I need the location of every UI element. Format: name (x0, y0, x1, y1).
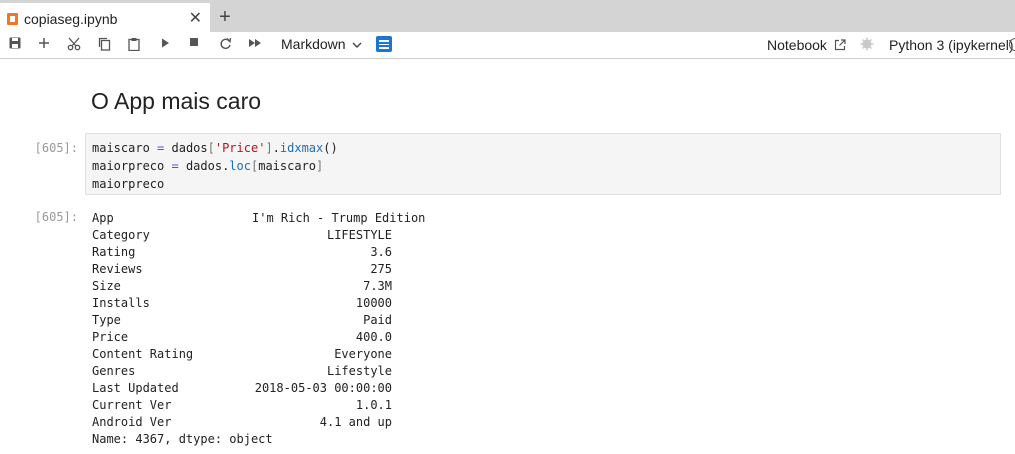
output-key: Category (92, 228, 150, 242)
output-value: Paid (363, 313, 392, 327)
output-row: Price 400.0 (92, 329, 392, 346)
output-key: Genres (92, 364, 136, 378)
property-inspector-icon[interactable] (376, 36, 392, 52)
code-line: maiorpreco = dados.loc[maiscaro] (92, 159, 324, 173)
add-cell-icon[interactable] (35, 36, 53, 54)
kernel-idle-icon (1009, 38, 1015, 51)
output-value: I'm Rich - Trump Edition (252, 211, 426, 225)
kernel-name[interactable]: Python 3 (ipykernel) (889, 37, 1014, 53)
output-value: 1.0.1 (355, 398, 392, 412)
restart-icon[interactable] (216, 36, 234, 54)
output-key: Price (92, 330, 129, 344)
notebook-tab[interactable]: copiaseg.ipynb ✕ (0, 3, 210, 32)
cell-type-dropdown[interactable]: Markdown (281, 36, 362, 52)
output-value: LIFESTYLE (326, 228, 392, 242)
output-row: Content Rating Everyone (92, 346, 392, 363)
output-row: Category LIFESTYLE (92, 227, 392, 244)
notebook-toolbar: Markdown Notebook Python 3 (ipykernel) (0, 32, 1015, 59)
output-key: Installs (92, 296, 150, 310)
markdown-heading: O App mais caro (91, 88, 262, 114)
output-key: Rating (92, 245, 136, 259)
input-prompt: [605]: (34, 141, 78, 155)
cell-type-label: Markdown (281, 36, 346, 52)
output-row: Genres Lifestyle (92, 363, 392, 380)
output-footer: Name: 4367, dtype: object (92, 432, 273, 446)
new-tab-button[interactable]: + (213, 5, 237, 29)
output-key: Content Rating (92, 347, 194, 361)
code-line: maiscaro = dados['Price'].idxmax() (92, 141, 338, 155)
notebook-link-label: Notebook (767, 37, 827, 53)
output-key: Current Ver (92, 398, 172, 412)
cut-icon[interactable] (65, 36, 83, 54)
output-key: Reviews (92, 262, 143, 276)
output-value: 3.6 (370, 245, 392, 259)
output-key: Type (92, 313, 121, 327)
tab-title: copiaseg.ipynb (24, 10, 118, 27)
save-icon[interactable] (6, 36, 24, 54)
output-row: Android Ver 4.1 and up (92, 414, 392, 431)
output-value: 2018-05-03 00:00:00 (254, 381, 392, 395)
open-notebook-link[interactable]: Notebook (767, 37, 846, 53)
output-row: Size 7.3M (92, 278, 392, 295)
code-line: maiorpreco (92, 177, 165, 191)
output-row: Rating 3.6 (92, 244, 392, 261)
kernel-status-icon (860, 37, 874, 51)
code-cell-editor[interactable]: maiscaro = dados['Price'].idxmax() maior… (85, 133, 1001, 195)
output-value: Everyone (334, 347, 392, 361)
output-row: Type Paid (92, 312, 392, 329)
run-icon[interactable] (156, 36, 174, 54)
cell-output: App I'm Rich - Trump Edition Category LIFES… (92, 210, 426, 448)
output-key: Last Updated (92, 381, 179, 395)
output-row: Reviews 275 (92, 261, 392, 278)
copy-icon[interactable] (95, 36, 113, 54)
notebook-icon (7, 12, 18, 25)
code-text: maiscaro = dados['Price'].idxmax() maior… (92, 139, 338, 193)
close-icon[interactable]: ✕ (189, 10, 202, 27)
output-row: App I'm Rich - Trump Edition (92, 210, 426, 227)
output-value: 4.1 and up (319, 415, 392, 429)
chevron-down-icon (352, 40, 362, 52)
output-value: 10000 (355, 296, 392, 310)
external-link-icon (834, 39, 846, 51)
output-key: Size (92, 279, 121, 293)
tab-bar: copiaseg.ipynb ✕ + (0, 0, 1015, 33)
paste-icon[interactable] (125, 36, 143, 54)
output-value: 400.0 (355, 330, 392, 344)
output-value: 275 (370, 262, 392, 276)
output-row: Last Updated 2018-05-03 00:00:00 (92, 380, 392, 397)
output-key: Android Ver (92, 415, 172, 429)
output-key: App (92, 211, 114, 225)
output-row: Installs 10000 (92, 295, 392, 312)
output-value: Lifestyle (326, 364, 392, 378)
output-value: 7.3M (363, 279, 392, 293)
stop-icon[interactable] (185, 36, 203, 54)
output-prompt: [605]: (34, 210, 78, 224)
fast-forward-icon[interactable] (246, 36, 264, 54)
output-row: Current Ver 1.0.1 (92, 397, 392, 414)
